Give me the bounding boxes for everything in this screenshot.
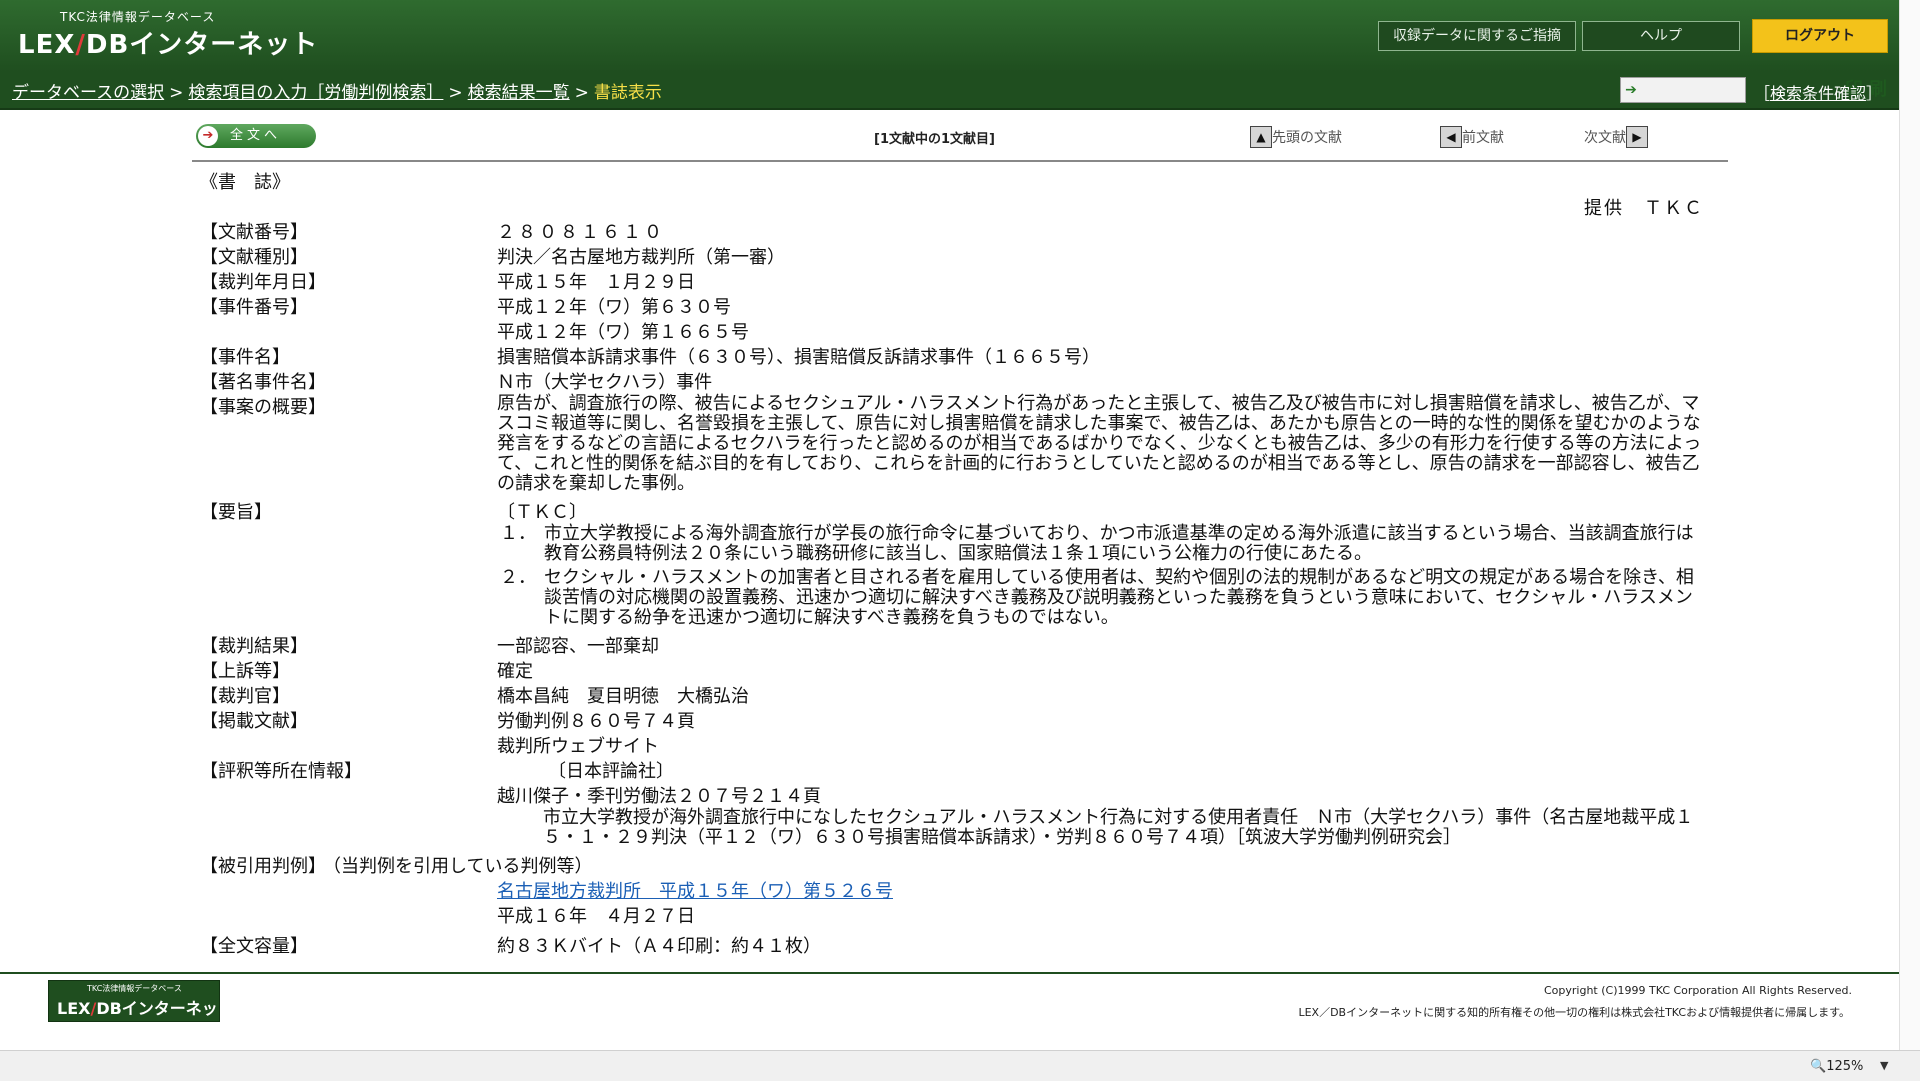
first-document-label: 先頭の文献 bbox=[1272, 130, 1342, 146]
logout-button[interactable]: ログアウト bbox=[1752, 19, 1888, 53]
publication-1: 労働判例８６０号７４頁 bbox=[497, 711, 695, 732]
search-condition-link[interactable]: 検索条件確認 bbox=[1770, 84, 1866, 103]
logo-db: DBインターネット bbox=[85, 30, 319, 60]
gist-item-text: 市立大学教授による海外調査旅行が学長の旅行命令に基づいており、かつ市派遣基準の定… bbox=[544, 523, 1694, 564]
next-document-label: 次文献 bbox=[1584, 130, 1626, 146]
gist-source: 〔ＴＫＣ〕 bbox=[497, 502, 587, 523]
doc-type-label: 【文献種別】 bbox=[200, 247, 308, 268]
zoom-control[interactable]: 🔍125% bbox=[1810, 1059, 1863, 1074]
footer-logo-main: LEX/DBインターネット bbox=[57, 995, 219, 1043]
triangle-right-icon: ▶ bbox=[1626, 126, 1648, 148]
fulltext-button[interactable]: ➔ 全文へ bbox=[196, 124, 316, 148]
result-label: 【裁判結果】 bbox=[200, 636, 308, 657]
breadcrumb: データベースの選択 > 検索項目の入力［労働判例検索］ > 検索結果一覧 > 書誌表示 bbox=[12, 78, 662, 103]
breadcrumb-separator: > bbox=[448, 83, 463, 103]
status-bar: 🔍125% ▼ bbox=[0, 1050, 1920, 1081]
breadcrumb-current: 書誌表示 bbox=[593, 83, 662, 103]
logo-lex: LEX bbox=[18, 30, 76, 60]
cited-case-date: 平成１６年 ４月２７日 bbox=[497, 906, 695, 927]
gist-label: 【要旨】 bbox=[200, 502, 272, 523]
breadcrumb-separator: > bbox=[169, 83, 184, 103]
contact-button[interactable]: 収録データに関するご指摘 bbox=[1378, 21, 1576, 51]
gist-item-text: セクシャル・ハラスメントの加害者と目される者を雇用している使用者は、契約や個別の… bbox=[544, 567, 1694, 628]
logo[interactable]: LEX/DBインターネット bbox=[18, 24, 318, 61]
appeal-status: 確定 bbox=[497, 661, 533, 682]
triangle-up-icon: ▲ bbox=[1250, 126, 1272, 148]
search-condition-link-wrap: ［検索条件確認］ bbox=[1754, 80, 1882, 104]
section-title: 《書 誌》 bbox=[200, 172, 290, 193]
publication-label: 【掲載文献】 bbox=[200, 711, 308, 732]
copyright: Copyright (C)1999 TKC Corporation All Ri… bbox=[1543, 984, 1852, 997]
judges: 橋本昌純 夏目明徳 大橋弘治 bbox=[497, 686, 749, 707]
publication-2: 裁判所ウェブサイト bbox=[497, 736, 659, 757]
judgment-date: 平成１５年 １月２９日 bbox=[497, 272, 695, 293]
previous-document-label: 前文献 bbox=[1462, 130, 1504, 146]
doc-number-label: 【文献番号】 bbox=[200, 222, 308, 243]
divider bbox=[192, 160, 1728, 162]
rights-notice: LEX／DBインターネットに関する知的所有権その他一切の権利は株式会社TKCおよ… bbox=[1298, 1006, 1850, 1019]
date-label: 【裁判年月日】 bbox=[200, 272, 326, 293]
breadcrumb-db-select[interactable]: データベースの選択 bbox=[12, 83, 164, 103]
famous-case-label: 【著名事件名】 bbox=[200, 372, 326, 393]
breadcrumb-bar: データベースの選択 > 検索項目の入力［労働判例検索］ > 検索結果一覧 > 書誌表示 ➔ 印… bbox=[0, 72, 1920, 110]
review-source: 〔日本評論社〕 bbox=[548, 761, 674, 782]
next-document-link[interactable]: 次文献 ▶ bbox=[1584, 126, 1648, 148]
case-name: 損害賠償本訴請求事件（６３０号）、損害賠償反訴請求事件（１６６５号） bbox=[497, 347, 1100, 368]
appeal-label: 【上訴等】 bbox=[200, 661, 290, 682]
review-text: 市立大学教授が海外調査旅行中になしたセクシュアル・ハラスメント行為に対する使用者… bbox=[543, 807, 1694, 848]
footer-logo: TKC法律情報データベース LEX/DBインターネット bbox=[48, 980, 220, 1042]
case-number-label: 【事件番号】 bbox=[200, 297, 308, 318]
cited-case-link[interactable]: 名古屋地方裁判所 平成１５年（ワ）第５２６号 bbox=[497, 881, 893, 902]
case-name-label: 【事件名】 bbox=[200, 347, 290, 368]
provider: 提供 ＴＫＣ bbox=[1584, 198, 1704, 219]
cited-case-link-wrap: 名古屋地方裁判所 平成１５年（ワ）第５２６号 bbox=[497, 877, 893, 903]
breadcrumb-search-input[interactable]: 検索項目の入力［労働判例検索］ bbox=[188, 83, 443, 103]
fulltext-size: 約８３Ｋバイト（Ａ４印刷：約４１枚） bbox=[497, 936, 821, 957]
case-number-1: 平成１２年（ワ）第６３０号 bbox=[497, 297, 731, 318]
first-document-link[interactable]: ▲ 先頭の文献 bbox=[1250, 126, 1342, 148]
breadcrumb-separator: > bbox=[574, 83, 589, 103]
review-label: 【評釈等所在情報】 bbox=[200, 761, 362, 782]
document-position: [1文献中の1文献目] bbox=[874, 132, 995, 147]
cited-note: （当判例を引用している判例等） bbox=[332, 856, 593, 877]
triangle-left-icon: ◀ bbox=[1440, 126, 1462, 148]
bracket-close: ］ bbox=[1866, 84, 1883, 103]
zoom-level: 125% bbox=[1826, 1059, 1864, 1074]
arrow-right-icon: ➔ bbox=[1625, 82, 1637, 98]
judges-label: 【裁判官】 bbox=[200, 686, 290, 707]
fulltext-label: 全文へ bbox=[230, 128, 282, 143]
gist-item-number: ２． bbox=[500, 567, 536, 588]
size-label: 【全文容量】 bbox=[200, 936, 308, 957]
famous-case-name: Ｎ市（大学セクハラ）事件 bbox=[497, 372, 713, 393]
case-summary: 原告が、調査旅行の際、被告によるセクシュアル・ハラスメント行為があったと主張して… bbox=[497, 393, 1702, 494]
footer-logo-lex: LEX bbox=[57, 999, 91, 1018]
summary-label: 【事案の概要】 bbox=[200, 397, 326, 418]
help-button[interactable]: ヘルプ bbox=[1582, 21, 1740, 51]
case-number-2: 平成１２年（ワ）第１６６５号 bbox=[497, 322, 749, 343]
review-author: 越川傑子・季刊労働法２０７号２１４頁 bbox=[497, 786, 821, 807]
cited-label-wrap: 【被引用判例】 （当判例を引用している判例等） bbox=[200, 852, 592, 878]
doc-number: ２８０８１６１０ bbox=[497, 222, 665, 243]
previous-document-link[interactable]: ◀ 前文献 bbox=[1440, 126, 1504, 148]
breadcrumb-results[interactable]: 検索結果一覧 bbox=[468, 83, 570, 103]
doc-type: 判決／名古屋地方裁判所（第一審） bbox=[497, 247, 785, 268]
arrow-right-icon: ➔ bbox=[198, 126, 218, 146]
gist-item: ２． セクシャル・ハラスメントの加害者と目される者を雇用している使用者は、契約や… bbox=[500, 568, 1710, 628]
magnifier-icon: 🔍 bbox=[1810, 1059, 1827, 1074]
print-button[interactable]: ➔ 印刷 bbox=[1620, 77, 1887, 103]
bracket-open: ［ bbox=[1754, 84, 1771, 103]
chevron-down-icon[interactable]: ▼ bbox=[1880, 1059, 1888, 1072]
vertical-scrollbar[interactable] bbox=[1899, 0, 1920, 1050]
gist-item-number: １． bbox=[500, 523, 536, 544]
gist-item: １． 市立大学教授による海外調査旅行が学長の旅行命令に基づいており、かつ市派遣基… bbox=[500, 524, 1710, 564]
footer-divider bbox=[0, 972, 1900, 974]
logo-subtitle: TKC法律情報データベース bbox=[60, 10, 216, 24]
footer-logo-subtitle: TKC法律情報データベース bbox=[87, 984, 182, 993]
app-header: TKC法律情報データベース LEX/DBインターネット 収録データに関するご指摘… bbox=[0, 0, 1920, 72]
logo-slash: / bbox=[75, 30, 86, 60]
judgment-result: 一部認容、一部棄却 bbox=[497, 636, 659, 657]
cited-label: 【被引用判例】 bbox=[200, 856, 326, 877]
